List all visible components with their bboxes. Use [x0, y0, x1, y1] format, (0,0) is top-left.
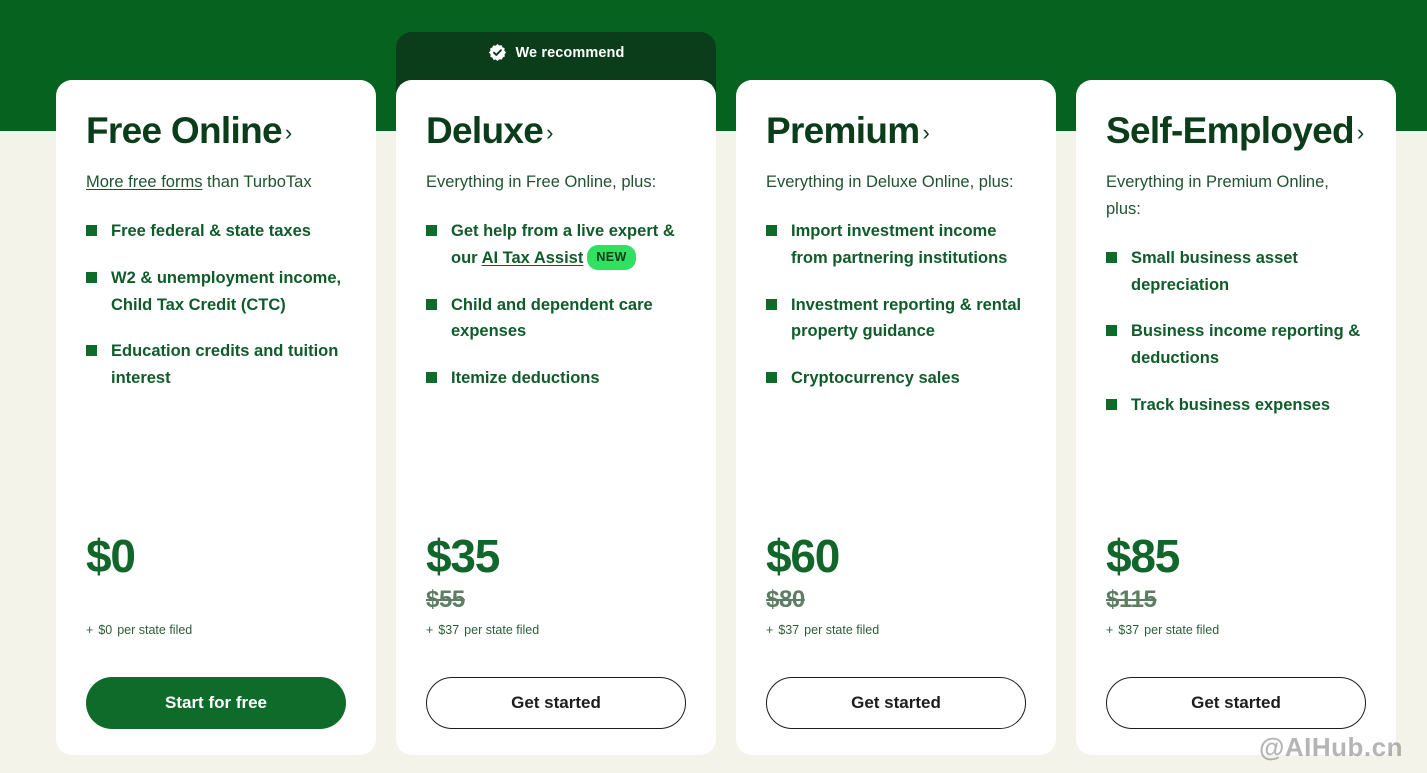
price-original [86, 586, 346, 614]
feature-text: Small business asset depreciation [1131, 248, 1298, 294]
feature-text: Track business expenses [1131, 395, 1331, 414]
plan-title[interactable]: Self-Employed › [1106, 110, 1366, 151]
feature-item: Free federal & state taxes [86, 218, 346, 245]
feature-text: Itemize deductions [451, 369, 600, 388]
plan-title-text: Deluxe [426, 110, 544, 151]
plan-subtitle: Everything in Deluxe Online, plus: [766, 173, 1014, 192]
price-state-note: + $37 per state filed [1106, 623, 1366, 637]
price-state-amount: $37 [1118, 623, 1140, 637]
plan-subtitle: Everything in Free Online, plus: [426, 173, 657, 192]
plan-card-premium[interactable]: Premium › Everything in Deluxe Online, pl… [736, 80, 1056, 755]
price-block: $35 $55 + $37 per state filed [426, 529, 686, 637]
bullet-square-icon [1106, 325, 1117, 337]
bullet-square-icon [86, 345, 97, 357]
chevron-right-icon: › [546, 120, 553, 145]
feature-text: Education credits and tuition interest [111, 342, 339, 388]
feature-list: Get help from a live expert & our AI Tax… [426, 218, 686, 392]
bullet-square-icon [766, 372, 777, 384]
price-state-note: + $37 per state filed [426, 623, 686, 637]
plan-title[interactable]: Free Online › [86, 110, 346, 151]
feature-text: W2 & unemployment income, Child Tax Cred… [111, 268, 342, 314]
chevron-right-icon: › [1356, 120, 1364, 145]
bullet-square-icon [1106, 251, 1117, 263]
feature-list: Free federal & state taxes W2 & unemploy… [86, 218, 346, 392]
price-current: $85 [1106, 529, 1180, 582]
plan-subtitle-rest: than TurboTax [202, 173, 312, 192]
price-original: $115 [1106, 586, 1157, 613]
chevron-right-icon: › [284, 120, 292, 145]
price-block: $0 + $0 per state filed [86, 529, 346, 637]
feature-item: Get help from a live expert & our AI Tax… [426, 218, 686, 271]
price-plus-sign: + [86, 623, 94, 637]
price-state-label: per state filed [804, 623, 880, 637]
plan-card-free-online[interactable]: Free Online › More free forms than TurboT… [56, 80, 376, 755]
price-original: $55 [426, 586, 465, 613]
bullet-square-icon [426, 298, 437, 310]
get-started-button[interactable]: Get started [766, 677, 1026, 729]
feature-item: Track business expenses [1106, 392, 1366, 419]
bullet-square-icon [766, 225, 777, 237]
plan-card-deluxe[interactable]: Deluxe › Everything in Free Online, plus:… [396, 80, 716, 755]
price-plus-sign: + [766, 623, 774, 637]
price-block: $85 $115 + $37 per state filed [1106, 529, 1366, 637]
start-for-free-button[interactable]: Start for free [86, 677, 346, 729]
price-block: $60 $80 + $37 per state filed [766, 529, 1026, 637]
more-free-forms-link[interactable]: More free forms [86, 173, 202, 191]
feature-item: Education credits and tuition interest [86, 338, 346, 391]
feature-list: Small business asset depreciation Busine… [1106, 245, 1366, 419]
bullet-square-icon [766, 298, 777, 310]
price-current: $60 [766, 529, 840, 582]
feature-item: Small business asset depreciation [1106, 245, 1366, 298]
price-plus-sign: + [426, 623, 434, 637]
price-state-label: per state filed [1144, 623, 1220, 637]
plan-subtitle: More free forms than TurboTax [86, 169, 346, 196]
feature-item: Investment reporting & rental property g… [766, 292, 1026, 345]
plan-card-self-employed[interactable]: Self-Employed › Everything in Premium Onl… [1076, 80, 1396, 755]
price-current: $0 [86, 529, 136, 582]
plan-title-text: Self-Employed [1106, 110, 1355, 151]
ai-tax-assist-link[interactable]: AI Tax Assist [482, 249, 584, 267]
price-state-amount: $37 [778, 623, 800, 637]
bullet-square-icon [1106, 398, 1117, 410]
new-badge: NEW [587, 244, 636, 271]
plan-title[interactable]: Deluxe › [426, 110, 686, 151]
feature-item: Child and dependent care expenses [426, 292, 686, 345]
bullet-square-icon [86, 271, 97, 283]
feature-item: W2 & unemployment income, Child Tax Cred… [86, 265, 346, 318]
feature-text: Business income reporting & deductions [1131, 322, 1361, 368]
bullet-square-icon [426, 225, 437, 237]
feature-item: Import investment income from partnering… [766, 218, 1026, 271]
price-state-amount: $37 [438, 623, 460, 637]
price-current: $35 [426, 529, 500, 582]
get-started-button[interactable]: Get started [1106, 677, 1366, 729]
feature-item: Business income reporting & deductions [1106, 318, 1366, 371]
feature-text: Free federal & state taxes [111, 222, 311, 241]
price-original: $80 [766, 586, 805, 613]
plan-title[interactable]: Premium › [766, 110, 1026, 151]
feature-text: Investment reporting & rental property g… [791, 295, 1022, 341]
plan-title-text: Premium [766, 110, 920, 151]
price-state-note: + $37 per state filed [766, 623, 1026, 637]
feature-item: Cryptocurrency sales [766, 365, 1026, 392]
price-state-label: per state filed [464, 623, 540, 637]
price-state-label: per state filed [117, 623, 193, 637]
feature-item: Itemize deductions [426, 365, 686, 392]
chevron-right-icon: › [922, 120, 930, 145]
feature-text: Child and dependent care expenses [451, 295, 653, 341]
bullet-square-icon [426, 372, 437, 384]
plan-subtitle: Everything in Premium Online, plus: [1106, 173, 1329, 219]
feature-text: Cryptocurrency sales [791, 369, 960, 388]
price-state-amount: $0 [98, 623, 113, 637]
get-started-button[interactable]: Get started [426, 677, 686, 729]
price-state-note: + $0 per state filed [86, 623, 346, 637]
price-plus-sign: + [1106, 623, 1114, 637]
plan-title-text: Free Online [86, 110, 283, 151]
feature-list: Import investment income from partnering… [766, 218, 1026, 392]
bullet-square-icon [86, 225, 97, 237]
feature-text: Import investment income from partnering… [791, 222, 1008, 267]
